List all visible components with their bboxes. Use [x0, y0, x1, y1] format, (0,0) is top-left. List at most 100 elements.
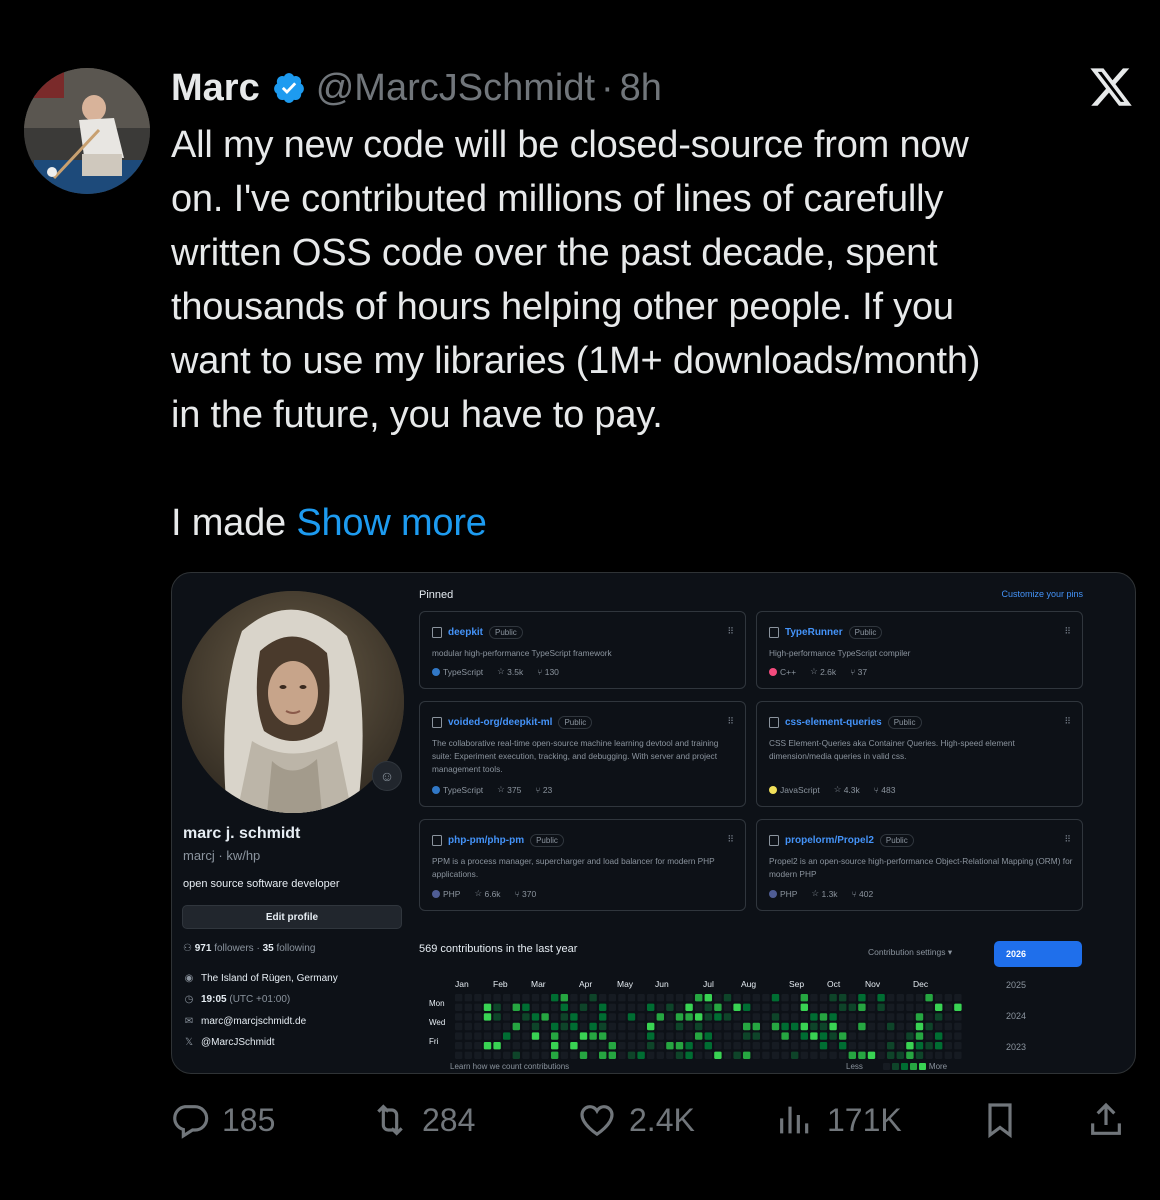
- contribution-day-cell[interactable]: [781, 1003, 789, 1011]
- contribution-day-cell[interactable]: [675, 1042, 684, 1050]
- contribution-day-cell[interactable]: [915, 1042, 924, 1050]
- contribution-day-cell[interactable]: [771, 1042, 780, 1050]
- contribution-day-cell[interactable]: [954, 1051, 962, 1059]
- contribution-day-cell[interactable]: [810, 1042, 818, 1050]
- contribution-day-cell[interactable]: [704, 1013, 712, 1021]
- contribution-day-cell[interactable]: [627, 1051, 636, 1059]
- contribution-day-cell[interactable]: [858, 1051, 866, 1059]
- contribution-day-cell[interactable]: [723, 1003, 732, 1011]
- contribution-day-cell[interactable]: [723, 1022, 732, 1031]
- contribution-day-cell[interactable]: [579, 1032, 588, 1040]
- year-button[interactable]: 2025: [994, 972, 1082, 998]
- contribution-day-cell[interactable]: [483, 1022, 492, 1031]
- contribution-day-cell[interactable]: [819, 994, 828, 1002]
- contribution-day-cell[interactable]: [464, 1013, 472, 1021]
- repost-button[interactable]: 284: [370, 1096, 475, 1144]
- contribution-day-cell[interactable]: [887, 1032, 895, 1040]
- contribution-day-cell[interactable]: [839, 1022, 847, 1031]
- contribution-day-cell[interactable]: [608, 994, 616, 1002]
- contribution-day-cell[interactable]: [647, 994, 655, 1002]
- contribution-day-cell[interactable]: [464, 994, 472, 1002]
- contribution-day-cell[interactable]: [656, 994, 664, 1002]
- contribution-day-cell[interactable]: [867, 994, 876, 1002]
- contribution-day-cell[interactable]: [675, 1003, 684, 1011]
- contribution-day-cell[interactable]: [877, 1022, 885, 1031]
- contribution-day-cell[interactable]: [858, 1042, 866, 1050]
- contribution-day-cell[interactable]: [887, 1042, 895, 1050]
- contribution-day-cell[interactable]: [791, 994, 799, 1002]
- contribution-day-cell[interactable]: [848, 1051, 856, 1059]
- contribution-day-cell[interactable]: [810, 1022, 818, 1031]
- contribution-day-cell[interactable]: [915, 1051, 924, 1059]
- contribution-day-cell[interactable]: [637, 994, 645, 1002]
- contribution-day-cell[interactable]: [589, 1032, 597, 1040]
- contribution-day-cell[interactable]: [733, 1022, 741, 1031]
- contribution-day-cell[interactable]: [560, 1032, 568, 1040]
- contribution-day-cell[interactable]: [618, 1022, 626, 1031]
- drag-handle-icon[interactable]: ⠿: [1064, 626, 1071, 637]
- contribution-day-cell[interactable]: [647, 1003, 655, 1011]
- repo-forks[interactable]: 37: [858, 667, 867, 677]
- tweet-time[interactable]: 8h: [620, 67, 662, 110]
- contribution-day-cell[interactable]: [829, 994, 837, 1002]
- contribution-day-cell[interactable]: [464, 1042, 472, 1050]
- contribution-day-cell[interactable]: [800, 994, 808, 1002]
- contribution-day-cell[interactable]: [723, 1051, 732, 1059]
- contribution-day-cell[interactable]: [666, 1013, 674, 1021]
- contribution-day-cell[interactable]: [608, 1003, 616, 1011]
- contribution-day-cell[interactable]: [541, 1051, 549, 1059]
- contribution-day-cell[interactable]: [762, 1042, 770, 1050]
- contribution-day-cell[interactable]: [858, 1013, 866, 1021]
- contribution-day-cell[interactable]: [522, 1032, 530, 1040]
- contribution-day-cell[interactable]: [733, 1013, 741, 1021]
- contribution-day-cell[interactable]: [762, 1013, 770, 1021]
- contribution-day-cell[interactable]: [647, 1013, 655, 1021]
- contribution-day-cell[interactable]: [915, 994, 924, 1002]
- contribution-day-cell[interactable]: [685, 1003, 693, 1011]
- drag-handle-icon[interactable]: ⠿: [727, 626, 734, 637]
- contribution-day-cell[interactable]: [531, 1013, 540, 1021]
- contribution-day-cell[interactable]: [925, 1013, 933, 1021]
- contribution-day-cell[interactable]: [848, 1022, 856, 1031]
- contribution-day-cell[interactable]: [743, 1022, 751, 1031]
- pinned-repo-card[interactable]: deepkit Public ⠿ modular high-performance…: [419, 611, 746, 689]
- contribution-day-cell[interactable]: [810, 1032, 818, 1040]
- contribution-day-cell[interactable]: [733, 1003, 741, 1011]
- contribution-day-cell[interactable]: [819, 1013, 828, 1021]
- pinned-repo-card[interactable]: css-element-queries Public ⠿ CSS Element-…: [756, 701, 1083, 807]
- contribution-day-cell[interactable]: [570, 1013, 578, 1021]
- contribution-day-cell[interactable]: [906, 994, 914, 1002]
- contribution-day-cell[interactable]: [877, 1003, 885, 1011]
- contribution-day-cell[interactable]: [627, 994, 636, 1002]
- contribution-day-cell[interactable]: [896, 1022, 904, 1031]
- contribution-day-cell[interactable]: [848, 1032, 856, 1040]
- contribution-day-cell[interactable]: [752, 1042, 760, 1050]
- contribution-day-cell[interactable]: [781, 1032, 789, 1040]
- contribution-day-cell[interactable]: [531, 1003, 540, 1011]
- contribution-day-cell[interactable]: [503, 1032, 511, 1040]
- contribution-day-cell[interactable]: [560, 1022, 568, 1031]
- contribution-day-cell[interactable]: [695, 1032, 703, 1040]
- contribution-day-cell[interactable]: [733, 1051, 741, 1059]
- repo-name[interactable]: voided-org/deepkit-ml: [448, 717, 552, 728]
- contribution-day-cell[interactable]: [771, 1022, 780, 1031]
- contribution-day-cell[interactable]: [579, 1013, 588, 1021]
- contribution-day-cell[interactable]: [762, 1022, 770, 1031]
- contribution-day-cell[interactable]: [954, 1003, 962, 1011]
- contribution-day-cell[interactable]: [771, 1013, 780, 1021]
- contribution-day-cell[interactable]: [771, 1051, 780, 1059]
- contribution-day-cell[interactable]: [714, 1022, 722, 1031]
- contribution-day-cell[interactable]: [954, 1032, 962, 1040]
- contribution-day-cell[interactable]: [915, 1003, 924, 1011]
- contribution-day-cell[interactable]: [483, 994, 492, 1002]
- contribution-day-cell[interactable]: [541, 1022, 549, 1031]
- contribution-day-cell[interactable]: [867, 1013, 876, 1021]
- contribution-day-cell[interactable]: [493, 1042, 501, 1050]
- contribution-day-cell[interactable]: [704, 994, 712, 1002]
- contribution-day-cell[interactable]: [503, 1051, 511, 1059]
- year-button[interactable]: 2023: [994, 1034, 1082, 1060]
- contribution-day-cell[interactable]: [522, 1013, 530, 1021]
- contribution-day-cell[interactable]: [791, 1042, 799, 1050]
- contribution-day-cell[interactable]: [455, 1022, 463, 1031]
- contribution-day-cell[interactable]: [608, 1022, 616, 1031]
